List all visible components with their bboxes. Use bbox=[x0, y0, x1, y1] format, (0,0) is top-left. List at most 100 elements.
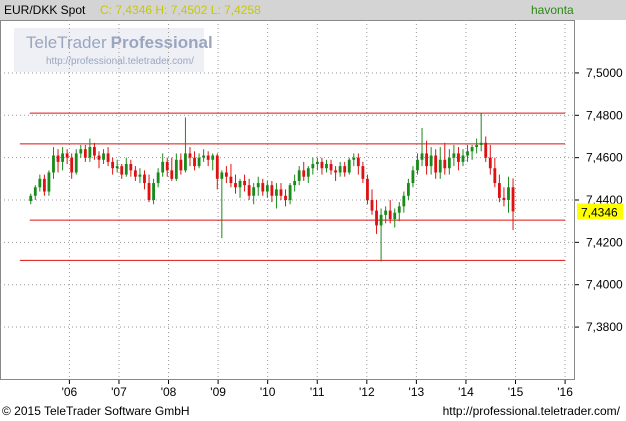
candle-body bbox=[411, 170, 415, 184]
candle-body bbox=[470, 147, 474, 152]
candle-body bbox=[88, 147, 92, 158]
x-tick-label: '08 bbox=[161, 385, 177, 399]
x-tick-label: '16 bbox=[557, 385, 573, 399]
candle-body bbox=[388, 210, 392, 220]
candle-body bbox=[457, 153, 460, 162]
candle-body bbox=[511, 187, 515, 212]
candle-body bbox=[338, 166, 342, 173]
x-tick-label: '12 bbox=[359, 385, 375, 399]
candle-body bbox=[29, 195, 33, 202]
candle-body bbox=[293, 180, 297, 186]
candle-body bbox=[133, 170, 137, 177]
candle-body bbox=[120, 166, 124, 175]
candle-body bbox=[461, 155, 465, 162]
candle-body bbox=[33, 187, 37, 196]
candle-body bbox=[420, 153, 424, 160]
candle-body bbox=[406, 183, 410, 196]
candle-body bbox=[265, 185, 269, 192]
x-tick-label: '07 bbox=[111, 385, 127, 399]
candle-body bbox=[206, 155, 210, 160]
candle-body bbox=[115, 166, 119, 169]
candle-body bbox=[447, 157, 451, 169]
candle-body bbox=[38, 178, 42, 188]
candle-body bbox=[252, 187, 256, 196]
candle-body bbox=[275, 189, 278, 196]
candle-body bbox=[165, 161, 169, 171]
candle-body bbox=[215, 155, 219, 179]
candle-body bbox=[261, 183, 265, 192]
candle-body bbox=[493, 168, 497, 184]
candle-body bbox=[143, 174, 146, 184]
candle-body bbox=[79, 149, 83, 154]
candle-body bbox=[65, 153, 69, 158]
candle-body bbox=[502, 197, 506, 200]
candle-body bbox=[343, 166, 347, 173]
candle-body bbox=[452, 153, 456, 158]
candle-body bbox=[397, 206, 401, 213]
candle-body bbox=[375, 210, 378, 226]
x-tick-label: '13 bbox=[409, 385, 425, 399]
candle-body bbox=[425, 153, 428, 167]
candle-body bbox=[315, 161, 319, 164]
candle-body bbox=[443, 159, 447, 169]
candle-body bbox=[270, 185, 274, 196]
candle-body bbox=[170, 170, 174, 179]
price-chart[interactable]: TeleTrader Professional http://profession… bbox=[0, 20, 626, 400]
candle-body bbox=[429, 155, 433, 167]
candle-body bbox=[488, 157, 492, 169]
candle-body bbox=[83, 149, 87, 158]
candle-body bbox=[193, 157, 196, 167]
candle-body bbox=[356, 157, 360, 167]
y-tick-label: 7,4200 bbox=[586, 235, 623, 249]
candle-body bbox=[352, 157, 356, 160]
candle-body bbox=[297, 170, 301, 181]
candle-body bbox=[402, 195, 406, 207]
x-tick-label: '15 bbox=[508, 385, 524, 399]
candle-body bbox=[320, 161, 324, 169]
candle-body bbox=[366, 178, 369, 200]
candle-body bbox=[347, 159, 351, 173]
y-tick-label: 7,5000 bbox=[586, 66, 623, 80]
y-tick-label: 7,4600 bbox=[586, 151, 623, 165]
candle-body bbox=[370, 200, 374, 211]
candle-body bbox=[438, 159, 442, 173]
candle-body bbox=[393, 212, 397, 220]
period-label: havonta bbox=[531, 3, 574, 17]
y-tick-label: 7,3800 bbox=[586, 320, 623, 334]
candle-body bbox=[288, 185, 292, 200]
candle-body bbox=[111, 161, 115, 169]
candle-body bbox=[188, 153, 192, 158]
candle-body bbox=[334, 170, 337, 173]
symbol-label: EUR/DKK Spot bbox=[4, 3, 86, 17]
chart-header: EUR/DKK Spot C: 7,4346 H: 7,4502 L: 7,42… bbox=[0, 0, 626, 20]
candle-body bbox=[161, 161, 165, 173]
candle-body bbox=[138, 174, 142, 177]
candle-body bbox=[124, 164, 128, 175]
candle-body bbox=[93, 147, 96, 156]
candle-body bbox=[179, 159, 183, 171]
candle-body bbox=[129, 164, 133, 171]
footer-url[interactable]: http://professional.teletrader.com/ bbox=[443, 404, 620, 418]
candle-body bbox=[238, 180, 242, 188]
candle-body bbox=[211, 155, 215, 160]
candle-body bbox=[325, 164, 328, 169]
candle-body bbox=[197, 157, 201, 167]
y-tick-label: 7,4000 bbox=[586, 278, 623, 292]
candle-body bbox=[479, 142, 483, 145]
watermark-brand: TeleTrader Professional bbox=[26, 33, 213, 52]
candle-body bbox=[311, 164, 315, 169]
candle-body bbox=[475, 144, 479, 148]
candle-body bbox=[306, 168, 310, 177]
candle-body bbox=[224, 172, 228, 177]
candle-body bbox=[52, 155, 55, 173]
y-axis: 7,38007,40007,42007,44007,46007,48007,50… bbox=[575, 66, 623, 334]
candle-body bbox=[302, 170, 306, 177]
candle-body bbox=[220, 172, 224, 179]
ohlc-readout: C: 7,4346 H: 7,4502 L: 7,4258 bbox=[100, 3, 261, 17]
candle-body bbox=[497, 183, 501, 198]
candle-body bbox=[256, 183, 260, 188]
watermark: TeleTrader Professional http://profession… bbox=[14, 28, 213, 72]
copyright: © 2015 TeleTrader Software GmbH bbox=[2, 404, 190, 418]
candle-body bbox=[147, 183, 151, 200]
candle-body bbox=[361, 166, 365, 179]
